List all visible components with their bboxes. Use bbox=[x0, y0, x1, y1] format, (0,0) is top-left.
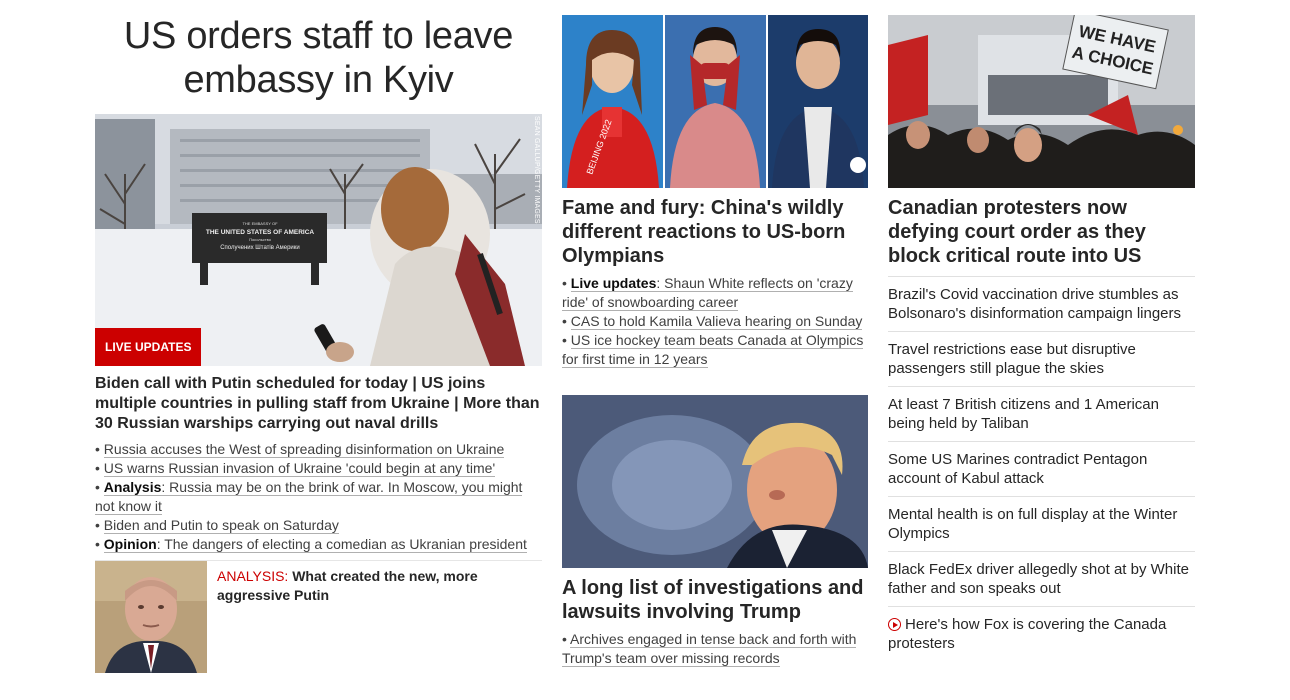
trump-illustration bbox=[562, 395, 868, 568]
olympics-bullet[interactable]: • CAS to hold Kamila Valieva hearing on … bbox=[562, 312, 868, 331]
olympics-bullet-text: CAS to hold Kamila Valieva hearing on Su… bbox=[570, 313, 863, 329]
olympians-illustration: BEIJING 2022 bbox=[562, 15, 868, 188]
right-story-item[interactable]: Mental health is on full display at the … bbox=[888, 496, 1195, 551]
lead-bullet-text: : The dangers of electing a comedian as … bbox=[156, 536, 527, 552]
protesters-photo[interactable]: WE HAVE A CHOICE bbox=[888, 15, 1195, 188]
trump-bullet[interactable]: • Archives engaged in tense back and for… bbox=[562, 630, 868, 668]
lead-bullet-text: Biden and Putin to speak on Saturday bbox=[103, 517, 339, 533]
lead-column: US orders staff to leave embassy in Kyiv bbox=[95, 0, 542, 673]
lead-bullet-list: • Russia accuses the West of spreading d… bbox=[95, 440, 542, 554]
right-story-list: Brazil's Covid vaccination drive stumble… bbox=[888, 276, 1195, 661]
lead-bullet-text: Russia accuses the West of spreading dis… bbox=[103, 441, 505, 457]
sign-line-3: Посольство bbox=[249, 237, 272, 242]
olympics-bullet[interactable]: • Live updates: Shaun White reflects on … bbox=[562, 274, 868, 312]
canada-headline[interactable]: Canadian protesters now defying court or… bbox=[888, 196, 1195, 268]
trump-photo[interactable] bbox=[562, 395, 868, 568]
trump-headline[interactable]: A long list of investigations and lawsui… bbox=[562, 576, 868, 624]
embassy-photo[interactable]: THE EMBASSY OF THE UNITED STATES OF AMER… bbox=[95, 114, 542, 366]
right-column: WE HAVE A CHOICE Canadian protesters now… bbox=[888, 0, 1195, 661]
lead-bullet[interactable]: • Analysis: Russia may be on the brink o… bbox=[95, 478, 542, 516]
sign-line-4: Сполучених Штатів Америки bbox=[220, 245, 300, 251]
analysis-headline[interactable]: ANALYSIS: What created the new, more agg… bbox=[217, 561, 542, 673]
lead-headline[interactable]: Biden call with Putin scheduled for toda… bbox=[95, 374, 542, 434]
photo-credit-text: SEAN GALLUP/GETTY IMAGES bbox=[533, 116, 540, 224]
right-story-item[interactable]: Brazil's Covid vaccination drive stumble… bbox=[888, 276, 1195, 331]
trump-bullet-text: Archives engaged in tense back and forth… bbox=[562, 631, 857, 666]
photo-credit: SEAN GALLUP/GETTY IMAGES bbox=[531, 116, 541, 236]
olympics-bullet-list: • Live updates: Shaun White reflects on … bbox=[562, 274, 868, 369]
middle-column: BEIJING 2022 Fame and fury: China's wild… bbox=[562, 0, 868, 668]
play-video-icon bbox=[888, 618, 901, 631]
olympics-bullet-prefix: Live updates bbox=[570, 275, 657, 291]
right-story-item[interactable]: Some US Marines contradict Pentagon acco… bbox=[888, 441, 1195, 496]
sign-line-2: THE UNITED STATES OF AMERICA bbox=[206, 229, 315, 236]
olympians-photo[interactable]: BEIJING 2022 bbox=[562, 15, 868, 188]
right-video-item-text: Here's how Fox is covering the Canada pr… bbox=[888, 616, 1167, 652]
lead-title[interactable]: US orders staff to leave embassy in Kyiv bbox=[95, 14, 542, 102]
lead-bullet-text: US warns Russian invasion of Ukraine 'co… bbox=[103, 460, 496, 476]
lead-bullet[interactable]: • Opinion: The dangers of electing a com… bbox=[95, 535, 542, 554]
right-video-item[interactable]: Here's how Fox is covering the Canada pr… bbox=[888, 606, 1195, 661]
right-story-item[interactable]: Black FedEx driver allegedly shot at by … bbox=[888, 551, 1195, 606]
protesters-illustration: WE HAVE A CHOICE bbox=[888, 15, 1195, 188]
lead-bullet[interactable]: • Biden and Putin to speak on Saturday bbox=[95, 516, 542, 535]
lead-bullet[interactable]: • Russia accuses the West of spreading d… bbox=[95, 440, 542, 459]
lead-bullet-prefix: Opinion bbox=[103, 536, 157, 552]
lead-bullet[interactable]: • US warns Russian invasion of Ukraine '… bbox=[95, 459, 542, 478]
live-updates-badge[interactable]: LIVE UPDATES bbox=[95, 328, 202, 366]
putin-photo[interactable] bbox=[95, 561, 207, 673]
sign-line-1: THE EMBASSY OF bbox=[242, 221, 278, 226]
right-story-item[interactable]: At least 7 British citizens and 1 Americ… bbox=[888, 386, 1195, 441]
olympians-headline[interactable]: Fame and fury: China's wildly different … bbox=[562, 196, 868, 268]
right-story-item[interactable]: Travel restrictions ease but disruptive … bbox=[888, 331, 1195, 386]
lead-bullet-prefix: Analysis bbox=[103, 479, 162, 495]
olympics-bullet-text: US ice hockey team beats Canada at Olymp… bbox=[562, 332, 864, 367]
analysis-kicker: ANALYSIS: bbox=[217, 568, 289, 584]
analysis-story[interactable]: ANALYSIS: What created the new, more agg… bbox=[95, 561, 542, 673]
putin-illustration bbox=[95, 561, 207, 673]
trump-bullet-list: • Archives engaged in tense back and for… bbox=[562, 630, 868, 668]
olympics-bullet[interactable]: • US ice hockey team beats Canada at Oly… bbox=[562, 331, 868, 369]
